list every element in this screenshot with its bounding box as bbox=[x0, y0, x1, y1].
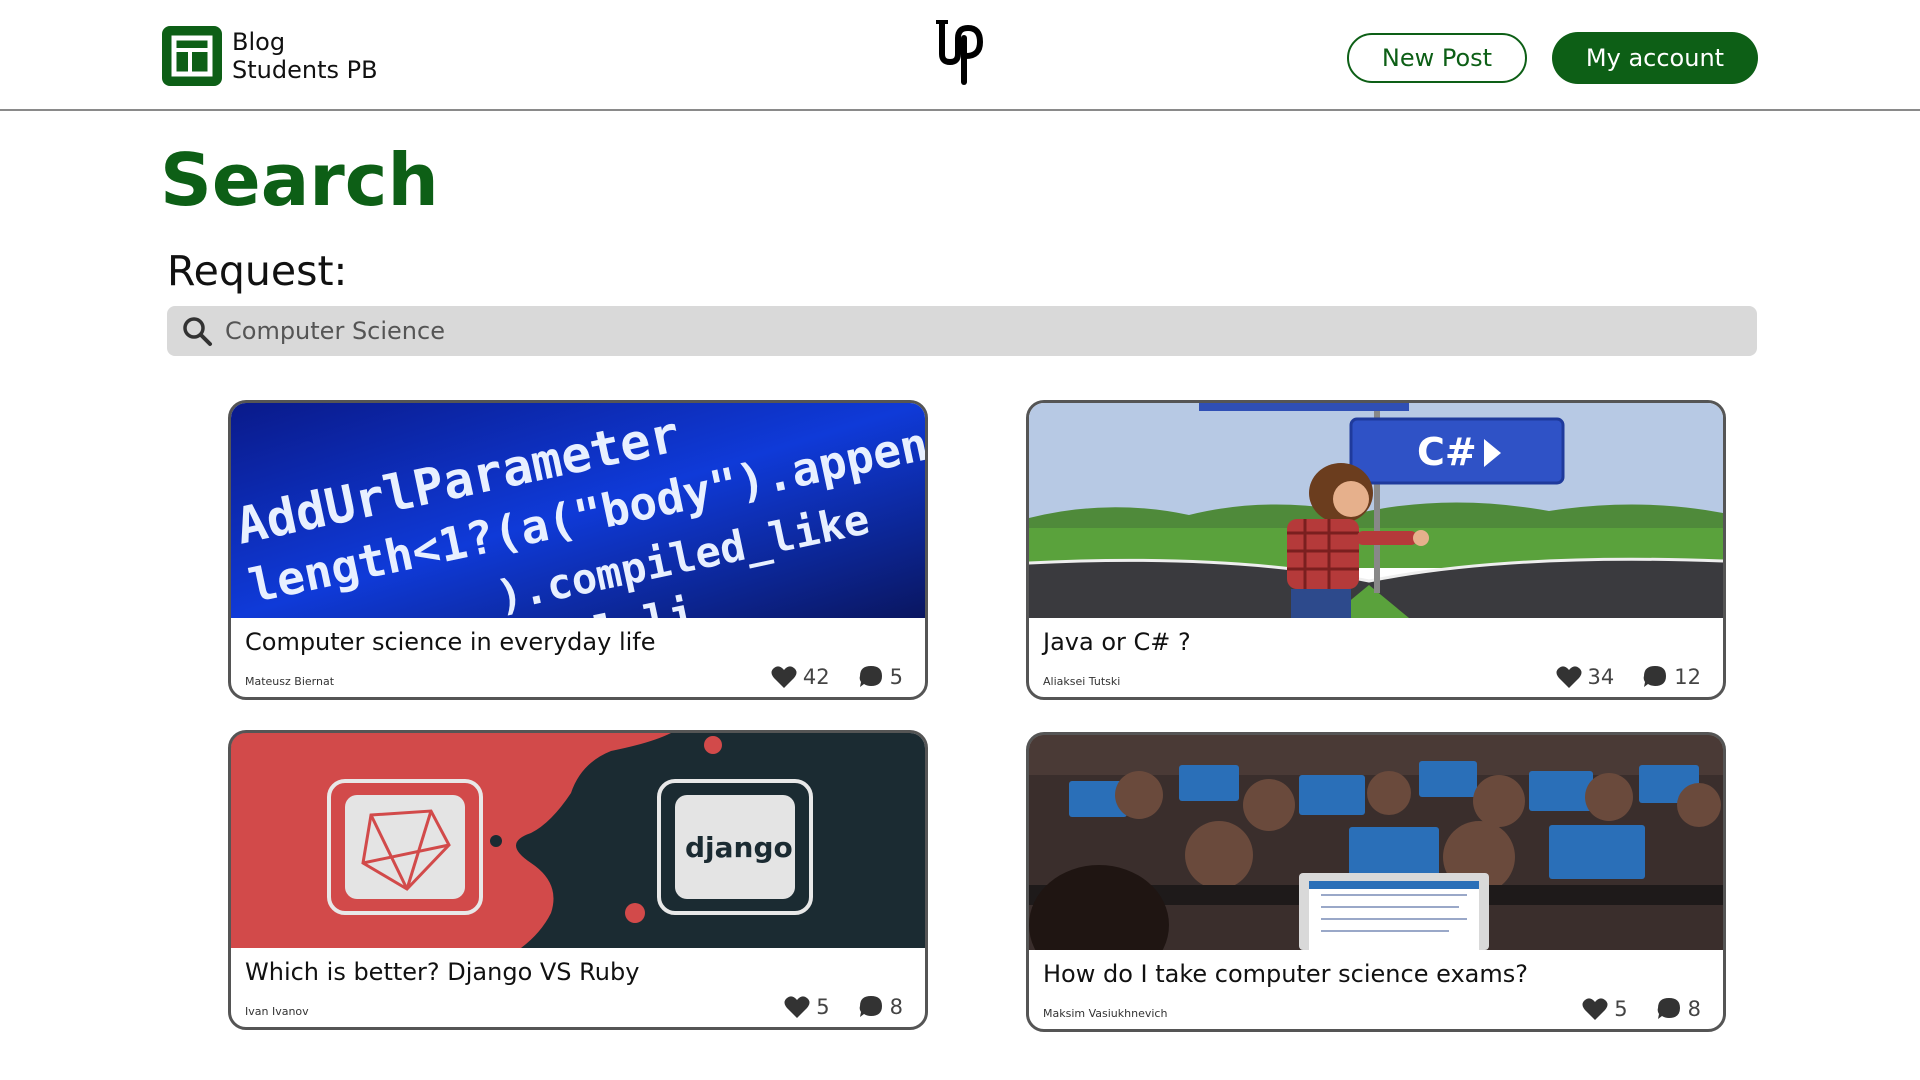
post-author[interactable]: Maksim Vasiukhnevich bbox=[1043, 1007, 1167, 1020]
comment-icon bbox=[859, 996, 882, 1017]
likes-stat[interactable]: 5 bbox=[1582, 997, 1628, 1021]
post-title[interactable]: Java or C# ? bbox=[1043, 627, 1191, 657]
request-label: Request: bbox=[167, 247, 348, 295]
heart-icon bbox=[1582, 998, 1608, 1020]
post-card[interactable]: C# Java or C# ? Aliaksei Tutski 34 12 bbox=[1026, 400, 1726, 700]
search-icon[interactable] bbox=[181, 315, 213, 347]
search-input[interactable] bbox=[225, 317, 1725, 345]
likes-count: 5 bbox=[816, 995, 830, 1019]
post-title[interactable]: Computer science in everyday life bbox=[245, 627, 656, 657]
comments-count: 12 bbox=[1674, 665, 1701, 689]
comments-stat[interactable]: 8 bbox=[858, 995, 903, 1019]
post-stats: 5 8 bbox=[784, 995, 903, 1019]
new-post-button[interactable]: New Post bbox=[1347, 33, 1527, 83]
likes-stat[interactable]: 34 bbox=[1556, 665, 1615, 689]
university-logo-icon[interactable] bbox=[928, 16, 990, 86]
comments-stat[interactable]: 8 bbox=[1656, 997, 1701, 1021]
comments-count: 8 bbox=[889, 995, 903, 1019]
post-card[interactable]: How do I take computer science exams? Ma… bbox=[1026, 732, 1726, 1032]
brand-link[interactable]: Blog Students PB bbox=[162, 26, 378, 86]
post-title[interactable]: How do I take computer science exams? bbox=[1043, 959, 1528, 989]
post-image-crossroads: C# bbox=[1029, 403, 1723, 618]
post-stats: 5 8 bbox=[1582, 997, 1701, 1021]
brand-name: Blog Students PB bbox=[232, 28, 378, 84]
top-header: Blog Students PB New Post My account bbox=[0, 0, 1920, 111]
post-image-django-ruby: django bbox=[231, 733, 925, 948]
my-account-button[interactable]: My account bbox=[1552, 32, 1758, 84]
comment-icon bbox=[1643, 666, 1667, 687]
post-author[interactable]: Mateusz Biernat bbox=[245, 675, 334, 688]
post-author[interactable]: Ivan Ivanov bbox=[245, 1005, 309, 1018]
post-image-code: AddUrlParameter length<1?(a("body").appe… bbox=[231, 403, 925, 618]
post-card[interactable]: django Which is better? Django VS Ruby I… bbox=[228, 730, 928, 1030]
post-title[interactable]: Which is better? Django VS Ruby bbox=[245, 957, 639, 987]
comments-stat[interactable]: 5 bbox=[858, 665, 903, 689]
brand-line-2: Students PB bbox=[232, 56, 378, 84]
comment-icon bbox=[1657, 998, 1680, 1019]
likes-count: 42 bbox=[802, 665, 830, 689]
django-badge-text: django bbox=[685, 831, 793, 864]
blog-logo-icon bbox=[162, 26, 222, 86]
heart-icon bbox=[771, 666, 797, 688]
post-image-exam-hall bbox=[1029, 735, 1723, 950]
post-stats: 34 12 bbox=[1556, 665, 1701, 689]
comments-stat[interactable]: 12 bbox=[1642, 665, 1701, 689]
post-author[interactable]: Aliaksei Tutski bbox=[1043, 675, 1120, 688]
likes-stat[interactable]: 42 bbox=[771, 665, 830, 689]
page-title: Search bbox=[160, 138, 439, 222]
likes-count: 34 bbox=[1587, 665, 1615, 689]
heart-icon bbox=[784, 996, 810, 1018]
heart-icon bbox=[1556, 666, 1582, 688]
comments-count: 5 bbox=[889, 665, 903, 689]
post-card[interactable]: AddUrlParameter length<1?(a("body").appe… bbox=[228, 400, 928, 700]
likes-stat[interactable]: 5 bbox=[784, 995, 830, 1019]
sign-label: C# bbox=[1417, 430, 1477, 474]
likes-count: 5 bbox=[1614, 997, 1628, 1021]
post-stats: 42 5 bbox=[771, 665, 903, 689]
search-bar[interactable] bbox=[167, 306, 1757, 356]
comments-count: 8 bbox=[1687, 997, 1701, 1021]
brand-line-1: Blog bbox=[232, 28, 286, 56]
comment-icon bbox=[859, 666, 882, 687]
